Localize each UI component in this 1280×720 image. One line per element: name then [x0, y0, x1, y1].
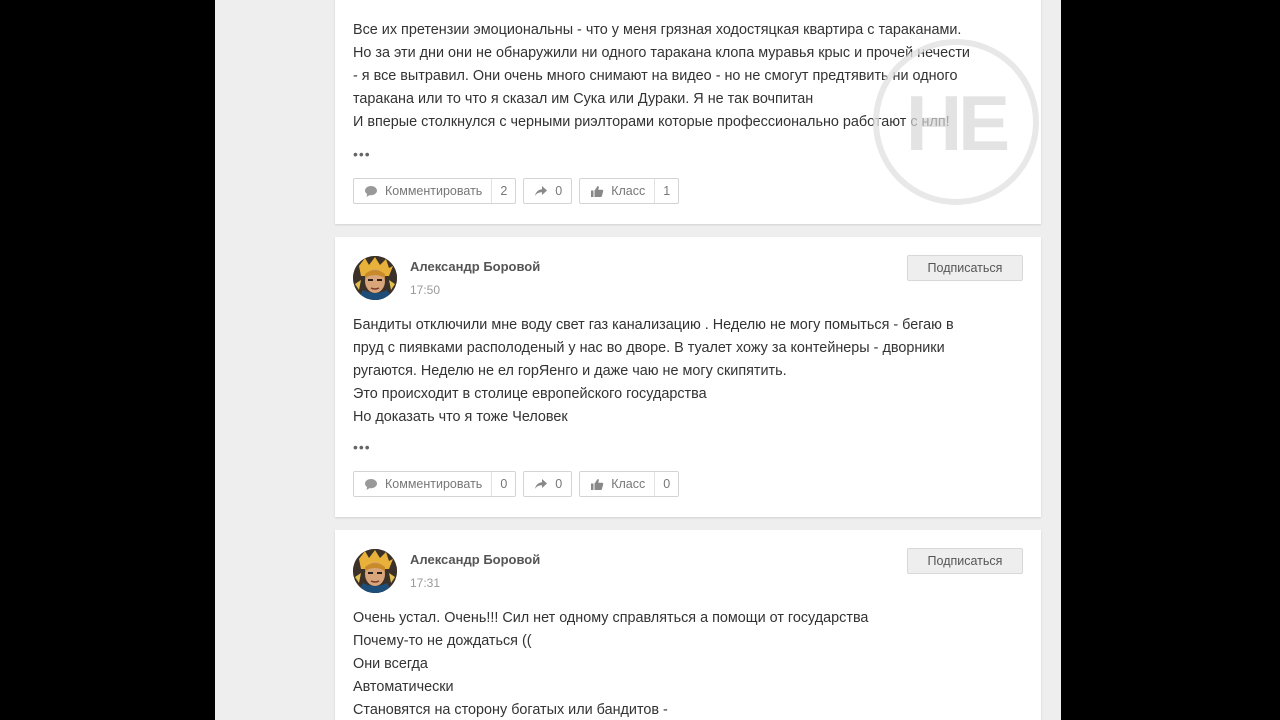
- author-avatar[interactable]: [353, 549, 397, 593]
- post-text-line: Но за эти дни они не обнаружили ни одног…: [353, 45, 970, 61]
- comment-button[interactable]: Комментировать 2: [353, 178, 517, 204]
- subscribe-button[interactable]: Подписаться: [907, 255, 1023, 281]
- post-card: Александр Боровой 17:50 Подписаться Банд…: [335, 237, 1041, 517]
- author-avatar[interactable]: [353, 256, 397, 300]
- thumbs-up-icon: [590, 185, 604, 198]
- like-label: Класс: [611, 477, 646, 491]
- post-text-line: Автоматически: [353, 679, 454, 695]
- share-arrow-icon: [534, 478, 548, 490]
- show-more-button[interactable]: •••: [353, 147, 371, 161]
- post-text-line: Почему-то не дождаться ((: [353, 633, 532, 649]
- subscribe-button[interactable]: Подписаться: [907, 548, 1023, 574]
- post-card: Александр Боровой 17:31 Подписаться Очен…: [335, 530, 1041, 720]
- comment-label: Комментировать: [385, 184, 483, 198]
- comment-icon: [364, 185, 378, 198]
- post-text-line: пруд с пиявками располоденый у нас во дв…: [353, 340, 945, 356]
- comment-count: 2: [491, 179, 515, 203]
- share-arrow-icon: [534, 185, 548, 197]
- post-text-line: Бандиты отключили мне воду свет газ кана…: [353, 317, 954, 333]
- like-button[interactable]: Класс 0: [579, 471, 680, 497]
- share-count: 0: [555, 477, 563, 491]
- post-text: Бандиты отключили мне воду свет газ кана…: [353, 314, 1023, 429]
- share-count: 0: [555, 184, 563, 198]
- author-name[interactable]: Александр Боровой: [410, 259, 540, 274]
- post-text-line: Это происходит в столице европейского го…: [353, 386, 707, 402]
- like-button[interactable]: Класс 1: [579, 178, 680, 204]
- show-more-button[interactable]: •••: [353, 440, 371, 454]
- post-actions: Комментировать 0 0 Класс 0: [353, 471, 680, 499]
- post-card: Все их претензии эмоциональны - что у ме…: [335, 0, 1041, 224]
- post-text-line: - я все вытравил. Они очень много снимаю…: [353, 68, 958, 84]
- post-text-line: Но доказать что я тоже Человек: [353, 409, 568, 425]
- share-button[interactable]: 0: [523, 178, 573, 204]
- post-text-line: И вперые столкнулся с черными риэлторами…: [353, 114, 950, 130]
- share-button[interactable]: 0: [523, 471, 573, 497]
- post-text-line: Все их претензии эмоциональны - что у ме…: [353, 22, 962, 38]
- comment-button[interactable]: Комментировать 0: [353, 471, 517, 497]
- comment-icon: [364, 478, 378, 491]
- like-count: 1: [654, 179, 678, 203]
- author-name[interactable]: Александр Боровой: [410, 552, 540, 567]
- thumbs-up-icon: [590, 478, 604, 491]
- post-text-line: Становятся на сторону богатых или бандит…: [353, 702, 668, 718]
- post-text-line: Очень устал. Очень!!! Сил нет одному спр…: [353, 610, 869, 626]
- comment-count: 0: [491, 472, 515, 496]
- comment-label: Комментировать: [385, 477, 483, 491]
- like-label: Класс: [611, 184, 646, 198]
- post-time: 17:31: [410, 576, 441, 590]
- like-count: 0: [654, 472, 678, 496]
- post-text-line: Они всегда: [353, 656, 428, 672]
- feed-page: Все их претензии эмоциональны - что у ме…: [215, 0, 1061, 720]
- post-text-line: ругаются. Неделю не ел горЯенго и даже ч…: [353, 363, 787, 379]
- post-text: Очень устал. Очень!!! Сил нет одному спр…: [353, 607, 1023, 720]
- post-time: 17:50: [410, 283, 441, 297]
- post-actions: Комментировать 2 0 Класс 1: [353, 178, 680, 206]
- post-text-line: таракана или то что я сказал им Сука или…: [353, 91, 814, 107]
- post-text: Все их претензии эмоциональны - что у ме…: [353, 19, 1023, 134]
